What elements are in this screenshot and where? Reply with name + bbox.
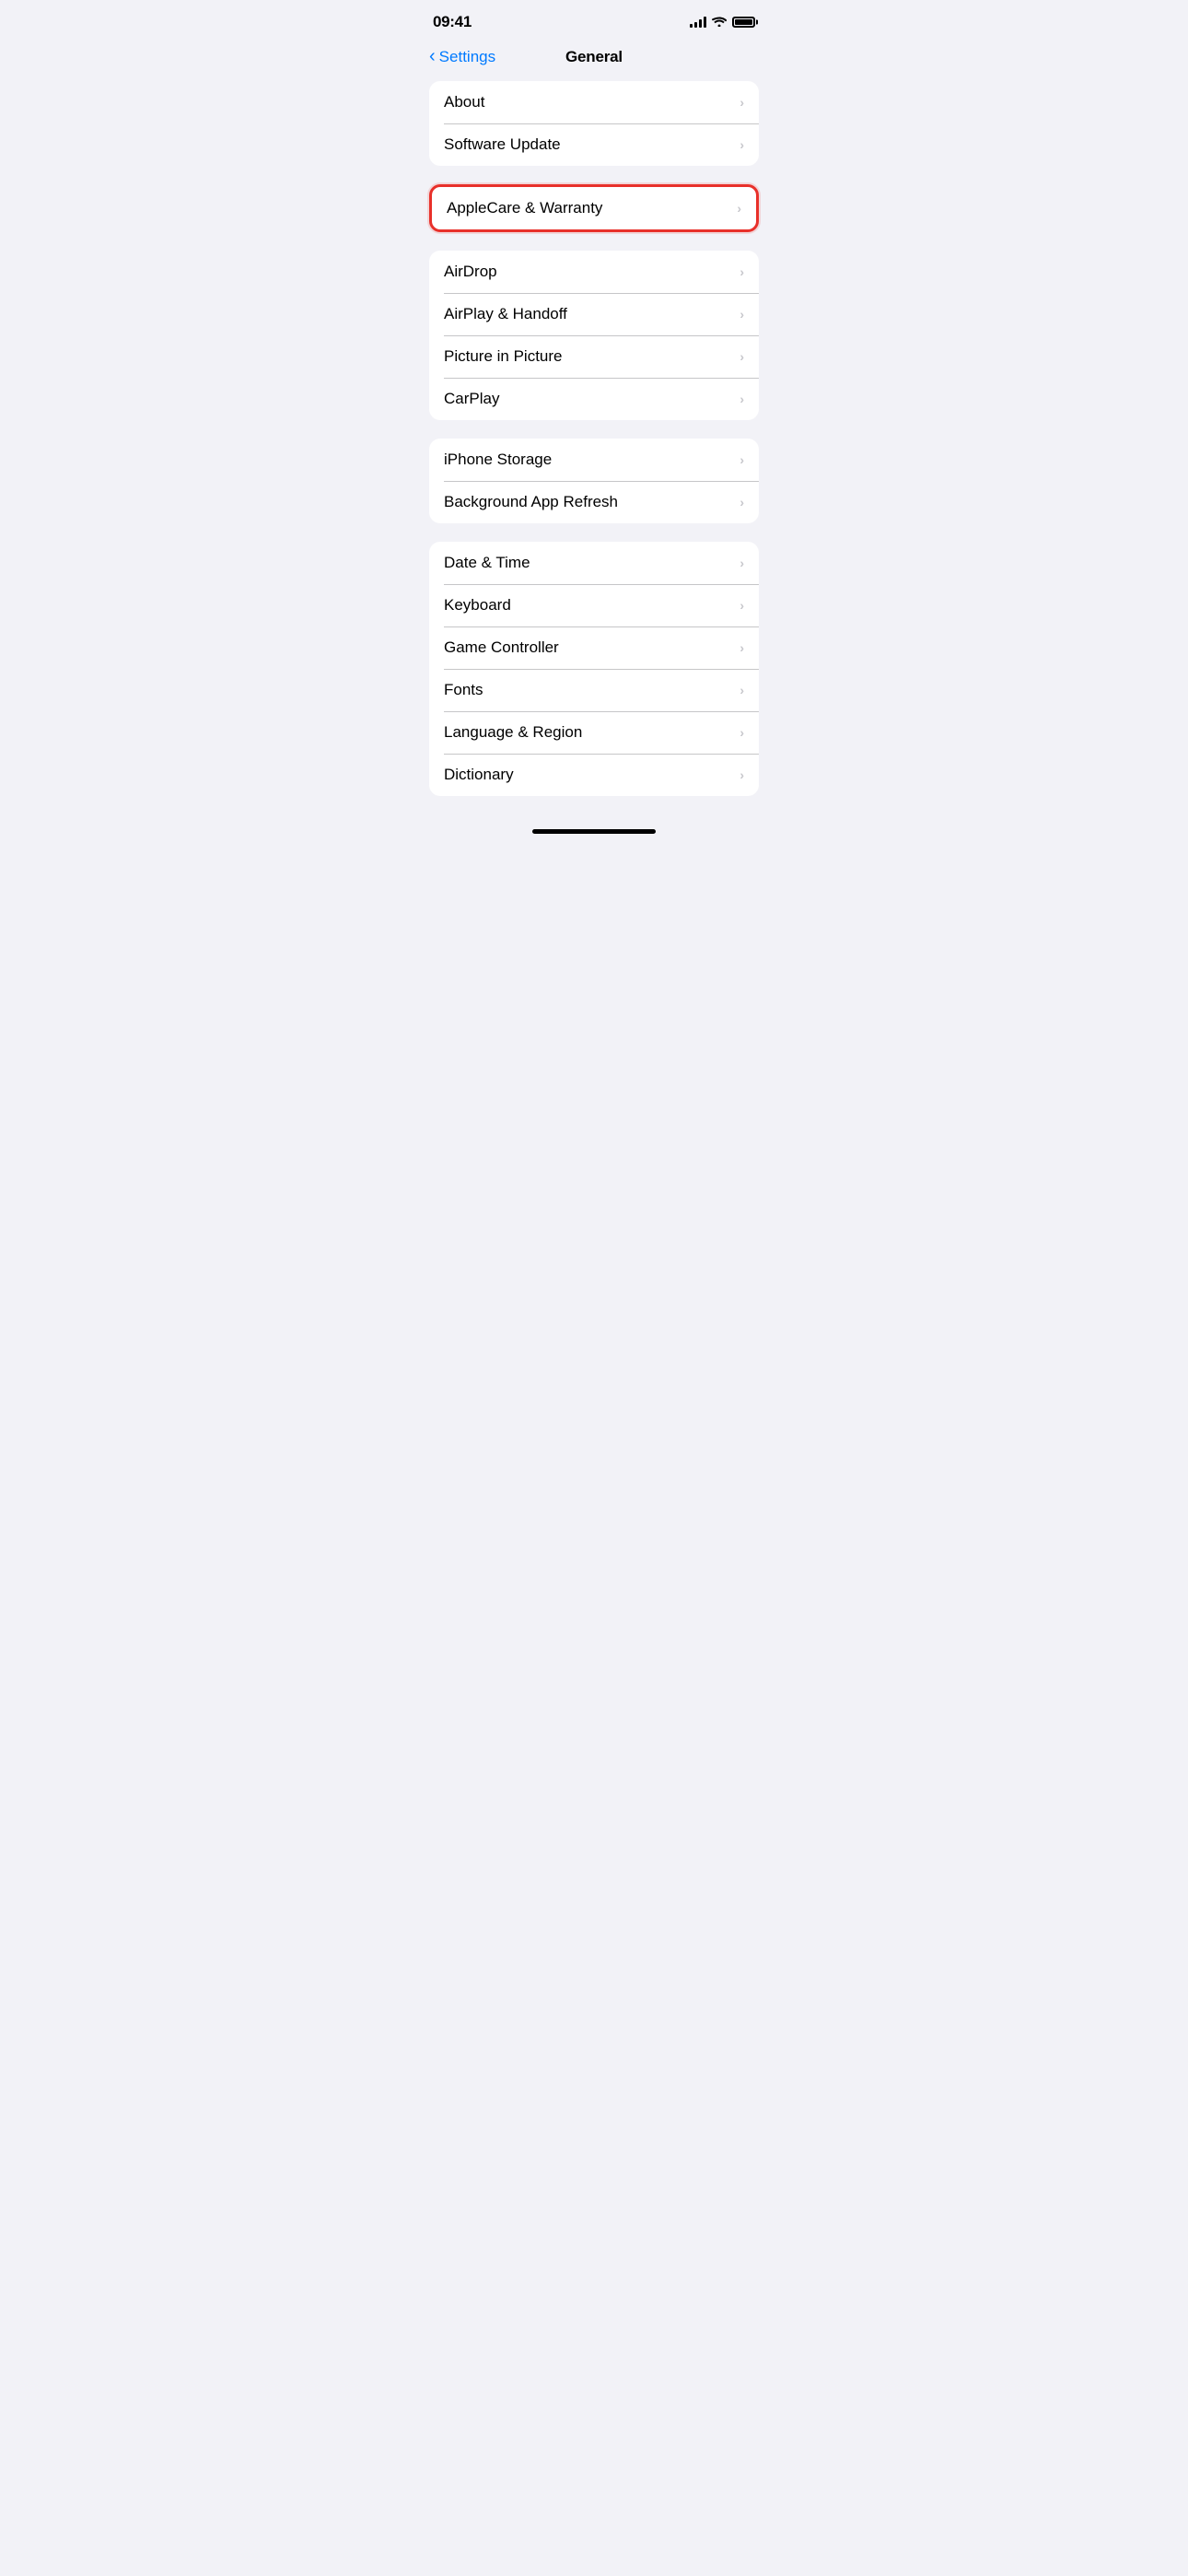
chevron-right-icon: ›	[740, 598, 744, 613]
background-app-refresh-label: Background App Refresh	[444, 493, 618, 511]
signal-icon	[690, 17, 706, 28]
settings-item-background-app-refresh[interactable]: Background App Refresh ›	[429, 481, 759, 523]
chevron-right-icon: ›	[740, 137, 744, 152]
settings-item-airplay-handoff[interactable]: AirPlay & Handoff ›	[429, 293, 759, 335]
fonts-label: Fonts	[444, 681, 483, 699]
dictionary-label: Dictionary	[444, 766, 514, 784]
chevron-right-icon: ›	[740, 452, 744, 467]
settings-group-3: AirDrop › AirPlay & Handoff › Picture in…	[429, 251, 759, 420]
settings-group-4: iPhone Storage › Background App Refresh …	[429, 439, 759, 523]
chevron-right-icon: ›	[740, 556, 744, 570]
wifi-icon	[712, 15, 727, 29]
home-indicator	[414, 814, 774, 841]
settings-item-picture-in-picture[interactable]: Picture in Picture ›	[429, 335, 759, 378]
settings-item-software-update[interactable]: Software Update ›	[429, 123, 759, 166]
chevron-right-icon: ›	[740, 640, 744, 655]
chevron-right-icon: ›	[740, 264, 744, 279]
back-button[interactable]: ‹ Settings	[429, 48, 495, 66]
language-region-label: Language & Region	[444, 723, 582, 742]
chevron-right-icon: ›	[740, 767, 744, 782]
carplay-label: CarPlay	[444, 390, 499, 408]
settings-item-game-controller[interactable]: Game Controller ›	[429, 626, 759, 669]
software-update-label: Software Update	[444, 135, 561, 154]
settings-item-about[interactable]: About ›	[429, 81, 759, 123]
settings-item-keyboard[interactable]: Keyboard ›	[429, 584, 759, 626]
battery-icon	[732, 17, 755, 28]
back-label: Settings	[439, 48, 495, 66]
date-time-label: Date & Time	[444, 554, 530, 572]
airdrop-label: AirDrop	[444, 263, 497, 281]
settings-item-airdrop[interactable]: AirDrop ›	[429, 251, 759, 293]
chevron-right-icon: ›	[737, 201, 741, 216]
picture-in-picture-label: Picture in Picture	[444, 347, 563, 366]
navigation-bar: ‹ Settings General	[414, 41, 774, 81]
about-label: About	[444, 93, 484, 111]
keyboard-label: Keyboard	[444, 596, 511, 615]
chevron-right-icon: ›	[740, 307, 744, 322]
chevron-right-icon: ›	[740, 725, 744, 740]
status-icons	[690, 15, 755, 29]
settings-item-iphone-storage[interactable]: iPhone Storage ›	[429, 439, 759, 481]
chevron-right-icon: ›	[740, 683, 744, 697]
iphone-storage-label: iPhone Storage	[444, 451, 552, 469]
applecare-label: AppleCare & Warranty	[447, 199, 602, 217]
page-title: General	[565, 48, 623, 66]
settings-content: About › Software Update › AppleCare & Wa…	[414, 81, 774, 796]
chevron-right-icon: ›	[740, 349, 744, 364]
settings-item-dictionary[interactable]: Dictionary ›	[429, 754, 759, 796]
settings-item-date-time[interactable]: Date & Time ›	[429, 542, 759, 584]
game-controller-label: Game Controller	[444, 638, 559, 657]
settings-item-language-region[interactable]: Language & Region ›	[429, 711, 759, 754]
status-bar: 09:41	[414, 0, 774, 41]
chevron-right-icon: ›	[740, 392, 744, 406]
settings-group-5: Date & Time › Keyboard › Game Controller…	[429, 542, 759, 796]
status-time: 09:41	[433, 13, 472, 31]
chevron-right-icon: ›	[740, 495, 744, 509]
back-chevron-icon: ‹	[429, 47, 436, 65]
settings-item-fonts[interactable]: Fonts ›	[429, 669, 759, 711]
chevron-right-icon: ›	[740, 95, 744, 110]
settings-item-carplay[interactable]: CarPlay ›	[429, 378, 759, 420]
settings-item-applecare[interactable]: AppleCare & Warranty ›	[432, 187, 756, 229]
settings-group-applecare: AppleCare & Warranty ›	[429, 184, 759, 232]
home-bar	[532, 829, 656, 834]
airplay-handoff-label: AirPlay & Handoff	[444, 305, 567, 323]
settings-group-1: About › Software Update ›	[429, 81, 759, 166]
